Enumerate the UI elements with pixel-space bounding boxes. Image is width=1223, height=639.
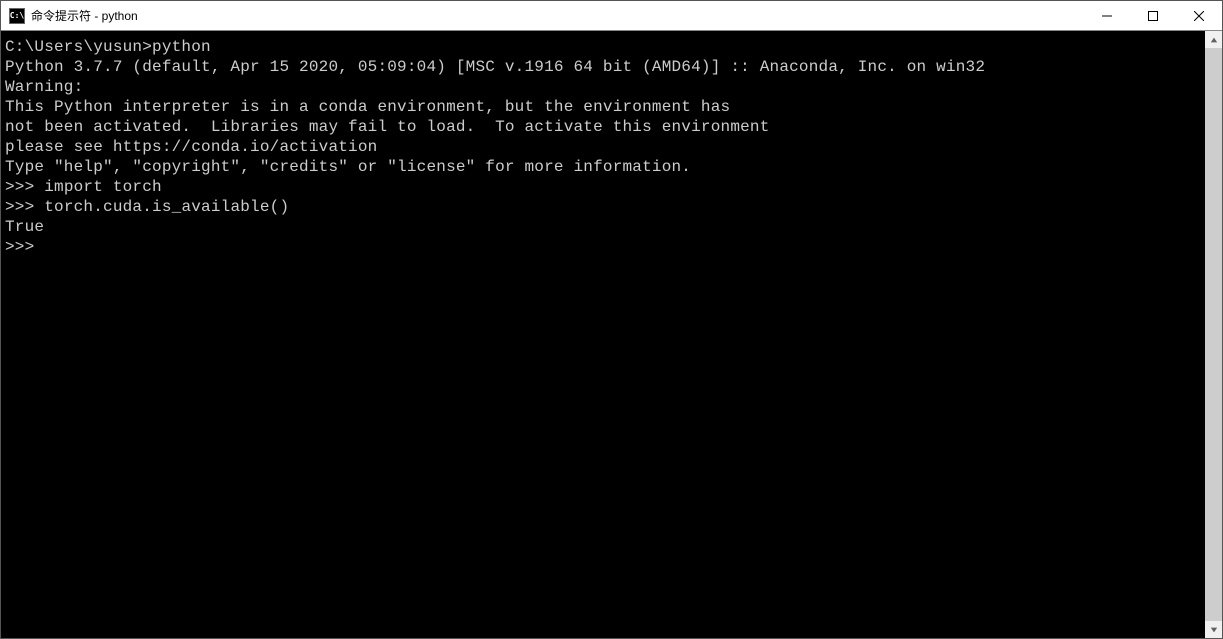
chevron-down-icon <box>1210 626 1218 634</box>
maximize-button[interactable] <box>1130 1 1176 30</box>
repl-prompt: >>> <box>5 178 44 196</box>
minimize-button[interactable] <box>1084 1 1130 30</box>
terminal-output[interactable]: C:\Users\yusun>pythonPython 3.7.7 (defau… <box>1 31 1205 638</box>
terminal-line: True <box>5 217 1201 237</box>
app-icon: C:\ <box>9 8 25 24</box>
scroll-up-button[interactable] <box>1205 31 1222 48</box>
terminal-line: >>> import torch <box>5 177 1201 197</box>
terminal-line: not been activated. Libraries may fail t… <box>5 117 1201 137</box>
terminal-line: Type "help", "copyright", "credits" or "… <box>5 157 1201 177</box>
close-icon <box>1194 11 1204 21</box>
terminal-line: Warning: <box>5 77 1201 97</box>
window-title: 命令提示符 - python <box>31 7 1084 24</box>
repl-prompt: >>> <box>5 238 44 256</box>
terminal-line: Python 3.7.7 (default, Apr 15 2020, 05:0… <box>5 57 1201 77</box>
repl-prompt: >>> <box>5 198 44 216</box>
scroll-track[interactable] <box>1205 48 1222 621</box>
maximize-icon <box>1148 11 1158 21</box>
terminal-line: please see https://conda.io/activation <box>5 137 1201 157</box>
terminal-line: >>> <box>5 237 1201 257</box>
terminal-line: >>> torch.cuda.is_available() <box>5 197 1201 217</box>
repl-input: torch.cuda.is_available() <box>44 198 289 216</box>
terminal-line: This Python interpreter is in a conda en… <box>5 97 1201 117</box>
chevron-up-icon <box>1210 36 1218 44</box>
content-area: C:\Users\yusun>pythonPython 3.7.7 (defau… <box>1 31 1222 638</box>
minimize-icon <box>1102 11 1112 21</box>
vertical-scrollbar[interactable] <box>1205 31 1222 638</box>
scroll-down-button[interactable] <box>1205 621 1222 638</box>
repl-input: import torch <box>44 178 162 196</box>
window-controls <box>1084 1 1222 30</box>
close-button[interactable] <box>1176 1 1222 30</box>
terminal-line: C:\Users\yusun>python <box>5 37 1201 57</box>
scroll-thumb[interactable] <box>1205 48 1222 621</box>
titlebar[interactable]: C:\ 命令提示符 - python <box>1 1 1222 31</box>
